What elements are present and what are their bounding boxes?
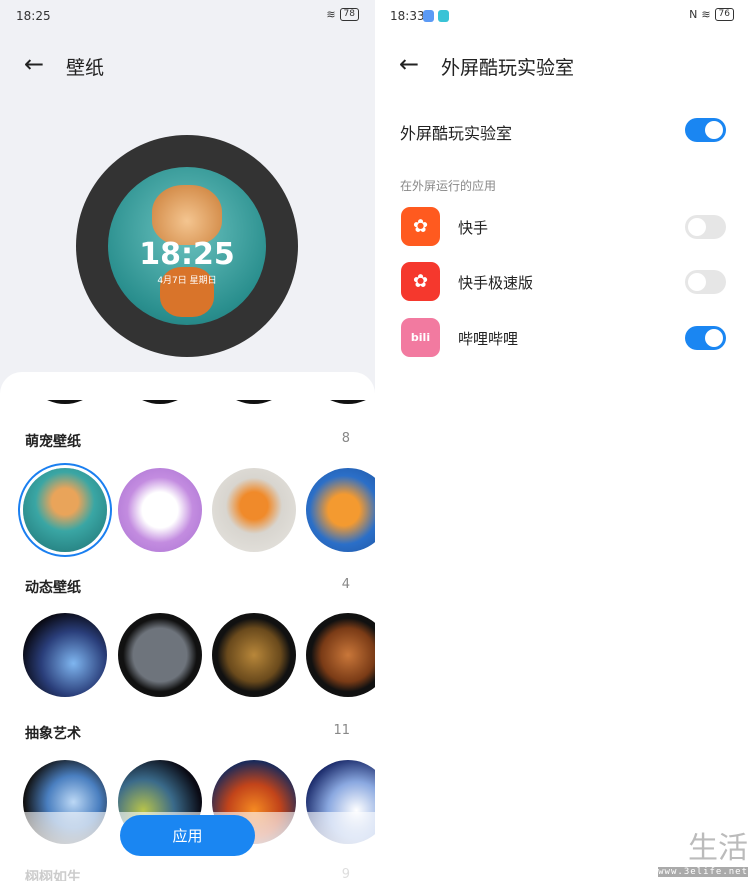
section-title: 萌宠壁纸 [25, 434, 81, 450]
section-title: 抽象艺术 [25, 726, 81, 742]
status-icons: N ≋ 76 [689, 8, 734, 21]
watch-preview: 18:25 4月7日 星期日 [76, 135, 298, 357]
wifi-icon: ≋ [701, 8, 711, 21]
master-label: 外屏酷玩实验室 [400, 124, 513, 143]
status-time: 18:25 [16, 9, 51, 23]
page-title: 外屏酷玩实验室 [441, 57, 575, 79]
battery-icon: 78 [339, 8, 359, 21]
toggle-knob [688, 273, 706, 291]
section-title: 栩栩如生 [25, 870, 81, 881]
wallpaper-thumb-moon[interactable] [118, 613, 202, 697]
dog-head-image [152, 185, 222, 245]
kuaishou-lite-toggle[interactable] [685, 270, 726, 294]
back-button[interactable]: ← [399, 50, 419, 78]
section-subheading: 在外屏运行的应用 [400, 179, 497, 193]
status-icons: ≋ 78 [326, 8, 359, 21]
app-name: 哔哩哔哩 [458, 330, 519, 348]
kuaishou-icon: ✿ [401, 207, 440, 246]
battery-icon: 76 [714, 8, 734, 21]
section-count: 9 [341, 867, 350, 881]
preview-date: 4月7日 星期日 [157, 276, 217, 286]
kuaishou-toggle[interactable] [685, 215, 726, 239]
master-toggle[interactable] [685, 118, 726, 142]
toggle-knob [705, 329, 723, 347]
watch-face: 18:25 4月7日 星期日 [108, 167, 266, 325]
nfc-icon: N [689, 8, 698, 21]
toggle-knob [705, 121, 723, 139]
watermark-text: 生活 [688, 831, 748, 866]
wallpaper-thumb-cat[interactable] [118, 468, 202, 552]
wallpaper-thumb-bird[interactable] [212, 468, 296, 552]
kuaishou-lite-icon: ✿ [401, 262, 440, 301]
back-button[interactable]: ← [24, 50, 44, 78]
shield-icon [438, 10, 449, 22]
bilibili-toggle[interactable] [685, 326, 726, 350]
toggle-knob [688, 218, 706, 236]
wallpaper-screen: 18:25 ≋ 78 ← 壁纸 18:25 4月7日 星期日 萌宠壁纸 8 动态壁… [0, 0, 375, 881]
app-name: 快手 [458, 219, 489, 237]
status-time: 18:33 [390, 9, 425, 23]
wallpaper-thumb-venus[interactable] [212, 613, 296, 697]
bilibili-icon: bili [401, 318, 440, 357]
preview-time: 18:25 [139, 237, 235, 272]
section-title: 动态壁纸 [25, 580, 81, 596]
watermark-logo: 生活 www.3elife.net [658, 823, 748, 877]
apply-button[interactable]: 应用 [120, 815, 255, 856]
wallpaper-thumb-dynamic[interactable] [23, 613, 107, 697]
wifi-icon: ≋ [326, 8, 336, 21]
notification-icon [423, 10, 434, 22]
cover-screen-lab: 18:33 N ≋ 76 ← 外屏酷玩实验室 外屏酷玩实验室 在外屏运行的应用 ✿ … [375, 0, 750, 881]
section-count: 8 [341, 431, 350, 446]
section-count: 11 [333, 723, 350, 738]
watermark-url: www.3elife.net [658, 867, 748, 877]
page-title: 壁纸 [66, 57, 105, 79]
wallpaper-thumb-dog-selected[interactable] [23, 468, 107, 552]
app-name: 快手极速版 [458, 274, 534, 292]
section-count: 4 [341, 577, 350, 592]
